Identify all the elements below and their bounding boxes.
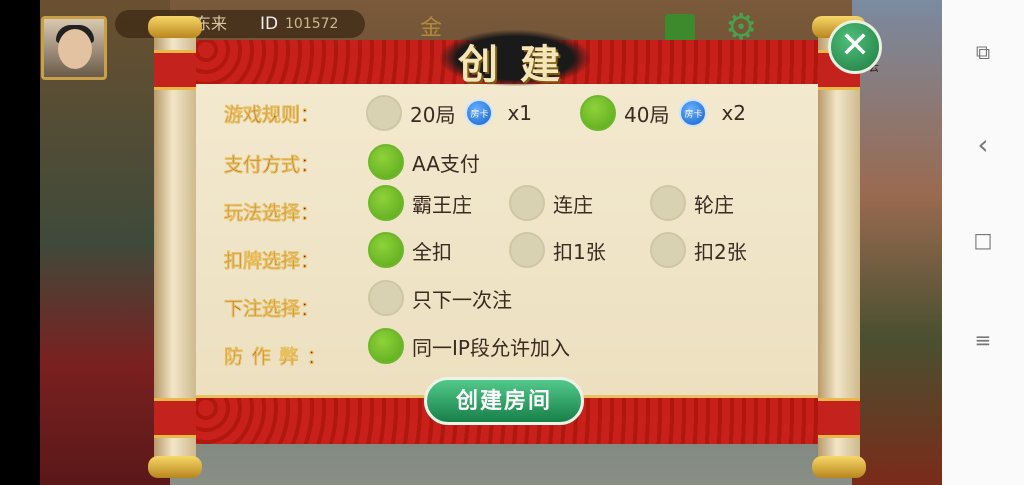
create-room-button[interactable]: 创建房间 bbox=[424, 377, 584, 425]
option-kou-2[interactable]: 扣2张 bbox=[650, 232, 747, 268]
option-single-bet-label: 只下一次注 bbox=[412, 287, 512, 312]
scroll-rod-left bbox=[148, 16, 202, 478]
player-id-label: ID bbox=[260, 14, 279, 34]
player-id-value: 101572 bbox=[285, 16, 339, 32]
radio-bawangzhuang[interactable] bbox=[368, 185, 404, 221]
option-same-ip[interactable]: 同一IP段允许加入 bbox=[368, 328, 570, 364]
radio-quankou[interactable] bbox=[368, 232, 404, 268]
rod-band bbox=[154, 398, 196, 438]
screenshot-icon[interactable]: ⧉ bbox=[968, 40, 998, 64]
option-40-rounds[interactable]: 40局 房卡 x2 bbox=[580, 95, 746, 131]
option-kou-2-label: 扣2张 bbox=[694, 239, 747, 264]
option-40-rounds-label: 40局 bbox=[624, 102, 670, 127]
player-avatar[interactable] bbox=[41, 16, 107, 80]
payment-method-label: 支付方式： bbox=[224, 154, 320, 177]
option-aa-pay[interactable]: AA支付 bbox=[368, 144, 480, 180]
option-bawangzhuang[interactable]: 霸王庄 bbox=[368, 185, 472, 221]
back-icon[interactable]: ‹ bbox=[968, 128, 998, 161]
dialog-title-plate: 创建 bbox=[440, 18, 600, 88]
left-bezel bbox=[0, 0, 40, 485]
rod-band bbox=[818, 398, 860, 438]
radio-lianzhuang[interactable] bbox=[509, 185, 545, 221]
anti-cheat-label: 防 作 弊 ： bbox=[224, 346, 327, 369]
room-card-icon: 房卡 bbox=[465, 99, 494, 127]
option-lunzhuang[interactable]: 轮庄 bbox=[650, 185, 734, 221]
bet-mode-label: 下注选择： bbox=[224, 298, 320, 321]
option-20-rounds-multiplier: x1 bbox=[507, 101, 533, 125]
avatar-face bbox=[58, 29, 92, 69]
discard-mode-label: 扣牌选择： bbox=[224, 250, 320, 273]
option-quankou-label: 全扣 bbox=[412, 239, 452, 264]
option-lunzhuang-label: 轮庄 bbox=[694, 192, 734, 217]
scroll-rod-right bbox=[812, 16, 866, 478]
option-kou-1-label: 扣1张 bbox=[553, 239, 606, 264]
radio-kou-2[interactable] bbox=[650, 232, 686, 268]
room-card-icon: 房卡 bbox=[679, 99, 708, 127]
option-bawangzhuang-label: 霸王庄 bbox=[412, 192, 472, 217]
radio-kou-1[interactable] bbox=[509, 232, 545, 268]
home-icon[interactable]: □ bbox=[968, 228, 998, 252]
game-rules-label: 游戏规则： bbox=[224, 104, 320, 127]
play-mode-label: 玩法选择： bbox=[224, 202, 320, 225]
option-lianzhuang[interactable]: 连庄 bbox=[509, 185, 593, 221]
rod-cap-bottom bbox=[148, 456, 202, 478]
radio-20-rounds[interactable] bbox=[366, 95, 402, 131]
option-aa-pay-label: AA支付 bbox=[412, 151, 480, 176]
option-lianzhuang-label: 连庄 bbox=[553, 192, 593, 217]
option-20-rounds-label: 20局 bbox=[410, 102, 456, 127]
rod-cap-top bbox=[148, 16, 202, 38]
close-button[interactable]: ✕ bbox=[828, 20, 882, 74]
radio-lunzhuang[interactable] bbox=[650, 185, 686, 221]
option-40-rounds-multiplier: x2 bbox=[721, 101, 747, 125]
radio-40-rounds[interactable] bbox=[580, 95, 616, 131]
option-single-bet[interactable]: 只下一次注 bbox=[368, 280, 512, 316]
rod-band bbox=[154, 50, 196, 90]
radio-aa-pay[interactable] bbox=[368, 144, 404, 180]
option-20-rounds[interactable]: 20局 房卡 x1 bbox=[366, 95, 532, 131]
radio-same-ip[interactable] bbox=[368, 328, 404, 364]
radio-single-bet[interactable] bbox=[368, 280, 404, 316]
rod-cap-bottom bbox=[812, 456, 866, 478]
option-quankou[interactable]: 全扣 bbox=[368, 232, 452, 268]
option-kou-1[interactable]: 扣1张 bbox=[509, 232, 606, 268]
background-title: 金 bbox=[420, 16, 443, 41]
system-nav-bar: ⧉ ‹ □ ≡ bbox=[942, 0, 1024, 485]
menu-icon[interactable]: ≡ bbox=[968, 328, 998, 352]
option-same-ip-label: 同一IP段允许加入 bbox=[412, 335, 570, 360]
dialog-title: 创建 bbox=[458, 41, 582, 88]
